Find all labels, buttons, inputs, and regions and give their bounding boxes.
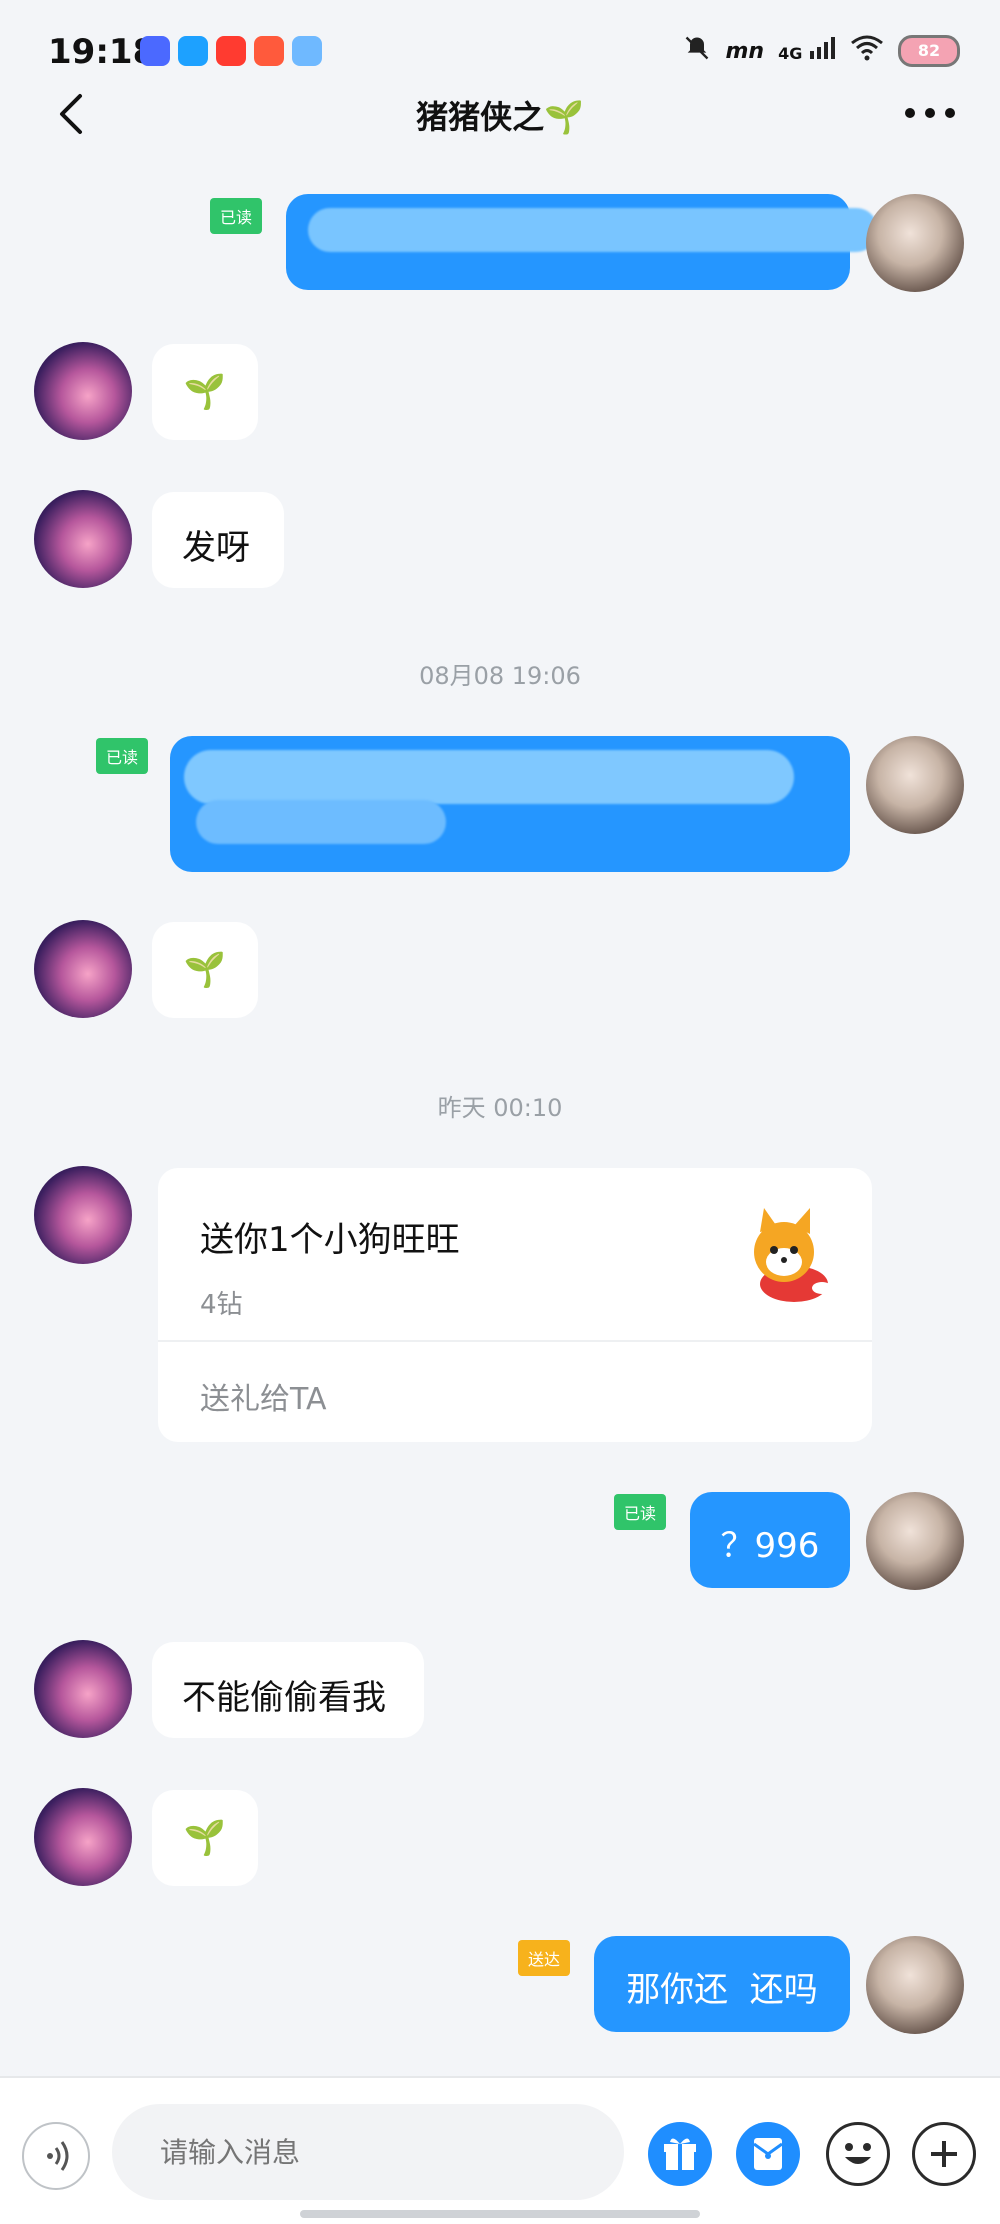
orange-app-icon [254,36,284,66]
gift-divider [158,1340,872,1342]
red-packet-button[interactable] [736,2122,800,2186]
emoji-button[interactable] [826,2122,890,2186]
incoming-message[interactable]: 🌱 [152,922,258,1018]
message-input-bar [0,2076,1000,2224]
contact-avatar[interactable] [34,1166,132,1264]
incoming-message[interactable]: 🌱 [152,344,258,440]
more-options-button[interactable] [900,98,960,128]
voice-wave-icon [47,2141,69,2171]
message-text: 发呀 [182,528,250,568]
gift-button[interactable] [648,2122,712,2186]
my-avatar[interactable] [866,1492,964,1590]
red-app-icon [216,36,246,66]
my-avatar[interactable] [866,194,964,292]
gift-card[interactable]: 送你1个小狗旺旺 4钻 送礼给TA [158,1168,872,1442]
mute-bell-icon [683,34,711,68]
timestamp: 08月08 19:06 [419,662,581,690]
chat-title: 猪猪侠之🌱 [416,98,584,136]
gift-title: 送你1个小狗旺旺 [200,1220,460,1260]
gift-icon [664,2138,696,2170]
outgoing-message[interactable]: ？996 [690,1492,850,1588]
gift-price: 4钻 [200,1290,243,1320]
smiley-icon [845,2143,871,2164]
outgoing-message[interactable]: 那你还 还吗 [594,1936,850,2032]
message-text: 那你还 还吗 [626,1970,818,2010]
network-type: 4G [778,44,803,63]
message-app-icon [178,36,208,66]
vivo-app-icon [140,36,170,66]
incoming-message[interactable]: 🌱 [152,1790,258,1886]
read-badge: 已读 [96,738,149,774]
plus-icon [931,2141,957,2167]
my-avatar[interactable] [866,1936,964,2034]
message-input[interactable] [112,2104,624,2200]
system-icons: mn 4G 82 [683,34,960,68]
incoming-message[interactable]: 发呀 [152,492,284,588]
timestamp: 昨天 00:10 [437,1094,563,1122]
sprout-emoji: 🌱 [183,950,227,990]
home-indicator [300,2210,700,2218]
contact-avatar[interactable] [34,920,132,1018]
contact-avatar[interactable] [34,342,132,440]
wifi-icon [850,35,884,67]
incoming-message[interactable]: 不能偷偷看我 [152,1642,424,1738]
sprout-emoji: 🌱 [183,1818,227,1858]
outgoing-message-blurred[interactable] [170,736,850,872]
puppy-gift-icon [732,1202,842,1312]
signal-icon: 4G [778,37,836,65]
blue-app-icon [292,36,322,66]
delivered-badge: 送达 [518,1940,571,1976]
read-badge: 已读 [614,1494,667,1530]
sprout-emoji: 🌱 [183,372,227,412]
voice-input-button[interactable] [22,2122,90,2190]
contact-avatar[interactable] [34,1640,132,1738]
read-badge: 已读 [210,198,263,234]
send-gift-link[interactable]: 送礼给TA [200,1374,327,1418]
contact-avatar[interactable] [34,490,132,588]
my-avatar[interactable] [866,736,964,834]
outgoing-message-blurred[interactable] [286,194,878,290]
envelope-icon [753,2138,783,2170]
message-text: 不能偷偷看我 [182,1678,386,1718]
notification-app-icons [140,36,322,66]
blurred-text [184,750,794,804]
more-actions-button[interactable] [912,2122,976,2186]
nfc-icon: mn [725,38,765,64]
blurred-text [308,208,878,252]
contact-avatar[interactable] [34,1788,132,1886]
battery-indicator: 82 [898,35,960,67]
chat-header: 猪猪侠之🌱 [0,80,1000,150]
blurred-text [196,800,446,844]
more-dots-icon [905,108,955,118]
message-text: ？996 [720,1526,820,1566]
